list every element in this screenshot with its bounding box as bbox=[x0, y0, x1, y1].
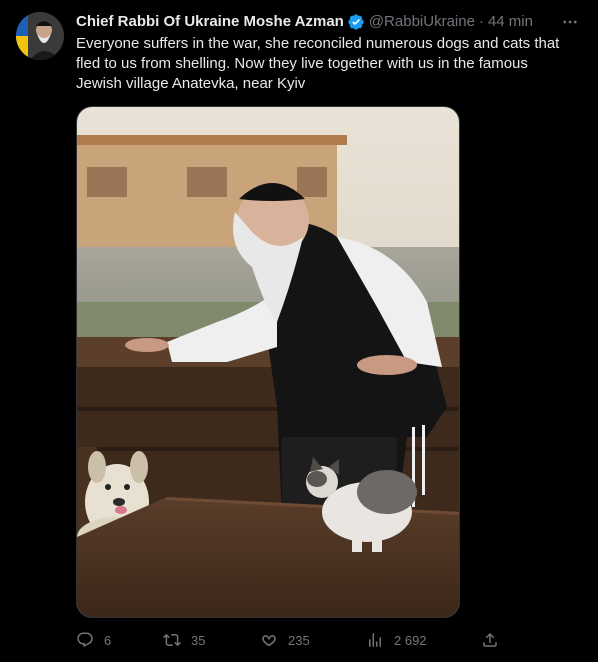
more-icon[interactable] bbox=[558, 10, 582, 34]
like-icon bbox=[260, 631, 278, 649]
tweet-header: Chief Rabbi Of Ukraine Moshe Azman @Rabb… bbox=[76, 12, 582, 32]
reply-icon bbox=[76, 631, 94, 649]
views-count: 2 692 bbox=[394, 632, 427, 648]
like-count: 235 bbox=[288, 632, 310, 648]
views-button[interactable]: 2 692 bbox=[366, 628, 427, 652]
display-name[interactable]: Chief Rabbi Of Ukraine Moshe Azman bbox=[76, 12, 344, 32]
reply-button[interactable]: 6 bbox=[76, 628, 111, 652]
like-button[interactable]: 235 bbox=[260, 628, 310, 652]
tweet-photo[interactable] bbox=[76, 106, 460, 618]
separator: · bbox=[478, 13, 484, 30]
repost-icon bbox=[163, 631, 181, 649]
avatar[interactable] bbox=[16, 12, 64, 60]
repost-button[interactable]: 35 bbox=[163, 628, 205, 652]
handle[interactable]: @RabbiUkraine bbox=[369, 12, 475, 32]
tweet[interactable]: Chief Rabbi Of Ukraine Moshe Azman @Rabb… bbox=[0, 0, 598, 662]
repost-count: 35 bbox=[191, 632, 206, 648]
share-button[interactable] bbox=[481, 628, 499, 652]
views-icon bbox=[366, 631, 384, 649]
timestamp[interactable]: 44 min bbox=[488, 12, 533, 32]
verified-icon[interactable] bbox=[347, 13, 365, 31]
reply-count: 6 bbox=[104, 632, 112, 648]
share-icon bbox=[481, 631, 499, 649]
tweet-text: Everyone suffers in the war, she reconci… bbox=[76, 35, 560, 92]
tweet-actions: 6 35 235 2 692 bbox=[76, 628, 500, 652]
